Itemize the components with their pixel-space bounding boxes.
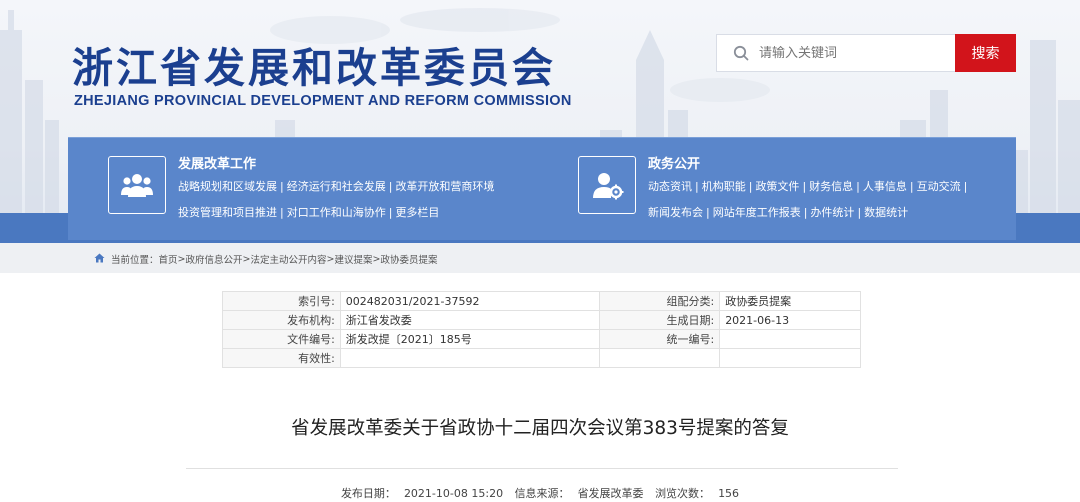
document-meta: 发布日期： 2021-10-08 15:20 信息来源： 省发展改革委 浏览次数： 1… bbox=[0, 485, 1080, 501]
breadcrumb-item[interactable]: 首页 bbox=[159, 252, 178, 266]
nav-link[interactable]: 人事信息 bbox=[863, 180, 907, 193]
nav-section-government: 政务公开 动态资讯 | 机构职能 | 政策文件 | 财务信息 | 人事信息 | 互动交流 | 新闻发布… bbox=[538, 138, 1016, 241]
breadcrumb-item[interactable]: 建议提案 bbox=[334, 252, 372, 266]
site-title-english: ZHEJIANG PROVINCIAL DEVELOPMENT AND REFO… bbox=[74, 93, 572, 109]
breadcrumb-separator: > bbox=[326, 253, 335, 265]
info-value bbox=[339, 348, 601, 368]
breadcrumb-item[interactable]: 法定主动公开内容 bbox=[250, 252, 326, 266]
main-navigation: 发展改革工作 战略规划和区域发展 | 经济运行和社会发展 | 改革开放和营商环境 投资管… bbox=[68, 137, 1016, 240]
search-box bbox=[716, 34, 956, 72]
table-row: 索引号: 002482031/2021-37592 组配分类: 政协委员提案 bbox=[222, 291, 861, 311]
nav-link[interactable]: 更多栏目 bbox=[395, 206, 439, 219]
info-label: 发布机构: bbox=[222, 310, 341, 330]
nav-section-development: 发展改革工作 战略规划和区域发展 | 经济运行和社会发展 | 改革开放和营商环境 投资管… bbox=[68, 138, 538, 241]
info-value: 浙发改提〔2021〕185号 bbox=[339, 329, 601, 349]
nav-link[interactable]: 数据统计 bbox=[864, 206, 908, 219]
search-button[interactable]: 搜索 bbox=[955, 34, 1016, 72]
publish-date-label: 发布日期： bbox=[340, 487, 396, 500]
nav-link[interactable]: 改革开放和营商环境 bbox=[395, 180, 494, 193]
search-input[interactable] bbox=[759, 45, 939, 61]
nav-link[interactable]: 新闻发布会 bbox=[648, 206, 703, 219]
nav-links-government-row1: 动态资讯 | 机构职能 | 政策文件 | 财务信息 | 人事信息 | 互动交流 | bbox=[648, 180, 968, 193]
nav-link[interactable]: 互动交流 bbox=[917, 180, 961, 193]
nav-link[interactable]: 战略规划和区域发展 bbox=[178, 180, 277, 193]
views-label: 浏览次数： bbox=[655, 487, 711, 500]
nav-title-development[interactable]: 发展改革工作 bbox=[178, 153, 256, 172]
info-label: 生成日期: bbox=[599, 310, 721, 330]
info-value: 政协委员提案 bbox=[719, 291, 861, 311]
nav-link[interactable]: 网站年度工作报表 bbox=[713, 206, 801, 219]
breadcrumb-item[interactable]: 政府信息公开 bbox=[186, 252, 243, 266]
document-info-table: 索引号: 002482031/2021-37592 组配分类: 政协委员提案 发… bbox=[222, 291, 861, 368]
nav-link[interactable]: 动态资讯 bbox=[648, 180, 692, 193]
info-value bbox=[599, 348, 721, 368]
info-label: 文件编号: bbox=[222, 329, 341, 349]
info-value bbox=[719, 348, 861, 368]
info-label: 组配分类: bbox=[599, 291, 721, 311]
table-row: 文件编号: 浙发改提〔2021〕185号 统一编号: bbox=[222, 329, 861, 349]
search-icon bbox=[733, 45, 749, 61]
source-value: 省发展改革委 bbox=[577, 487, 644, 500]
table-row: 有效性: bbox=[222, 348, 861, 368]
nav-links-development-row2: 投资管理和项目推进 | 对口工作和山海协作 | 更多栏目 bbox=[178, 206, 440, 219]
home-icon bbox=[94, 253, 105, 266]
info-value: 浙江省发改委 bbox=[339, 310, 601, 330]
breadcrumb-bar: 当前位置： 首页 > 政府信息公开 > 法定主动公开内容 > 建议提案 > 政协… bbox=[0, 243, 1080, 273]
nav-title-government[interactable]: 政务公开 bbox=[648, 153, 700, 172]
nav-links-development-row1: 战略规划和区域发展 | 经济运行和社会发展 | 改革开放和营商环境 bbox=[178, 180, 495, 193]
info-label: 统一编号: bbox=[599, 329, 721, 349]
nav-link[interactable]: 政策文件 bbox=[755, 180, 799, 193]
nav-link[interactable]: 办件统计 bbox=[810, 206, 854, 219]
breadcrumb-prefix: 当前位置： bbox=[111, 255, 159, 266]
nav-link[interactable]: 经济运行和社会发展 bbox=[287, 180, 386, 193]
info-label: 有效性: bbox=[222, 348, 341, 368]
people-group-icon[interactable] bbox=[108, 156, 166, 214]
info-value: 2021-06-13 bbox=[719, 310, 861, 330]
document-title: 省发展改革委关于省政协十二届四次会议第383号提案的答复 bbox=[291, 418, 789, 439]
breadcrumb-item-current[interactable]: 政协委员提案 bbox=[380, 252, 437, 266]
publish-date: 2021-10-08 15:20 bbox=[403, 487, 504, 500]
source-label: 信息来源： bbox=[514, 487, 570, 500]
table-row: 发布机构: 浙江省发改委 生成日期: 2021-06-13 bbox=[222, 310, 861, 330]
info-value bbox=[719, 329, 861, 349]
nav-link[interactable]: 财务信息 bbox=[809, 180, 853, 193]
info-label: 索引号: bbox=[222, 291, 341, 311]
info-value: 002482031/2021-37592 bbox=[339, 291, 601, 311]
views-count: 156 bbox=[718, 487, 740, 500]
user-gear-icon[interactable] bbox=[578, 156, 636, 214]
nav-link[interactable]: 投资管理和项目推进 bbox=[178, 206, 277, 219]
breadcrumb: 当前位置： 首页 > 政府信息公开 > 法定主动公开内容 > 建议提案 > 政协… bbox=[94, 252, 437, 266]
nav-links-government-row2: 新闻发布会 | 网站年度工作报表 | 办件统计 | 数据统计 bbox=[648, 206, 909, 219]
divider bbox=[186, 468, 898, 469]
breadcrumb-separator: > bbox=[177, 253, 186, 265]
nav-link[interactable]: 对口工作和山海协作 bbox=[287, 206, 386, 219]
breadcrumb-separator: > bbox=[242, 253, 251, 265]
breadcrumb-separator: > bbox=[372, 253, 381, 265]
site-title: 浙江省发展和改革委员会 bbox=[72, 44, 556, 92]
nav-link[interactable]: 机构职能 bbox=[702, 180, 746, 193]
